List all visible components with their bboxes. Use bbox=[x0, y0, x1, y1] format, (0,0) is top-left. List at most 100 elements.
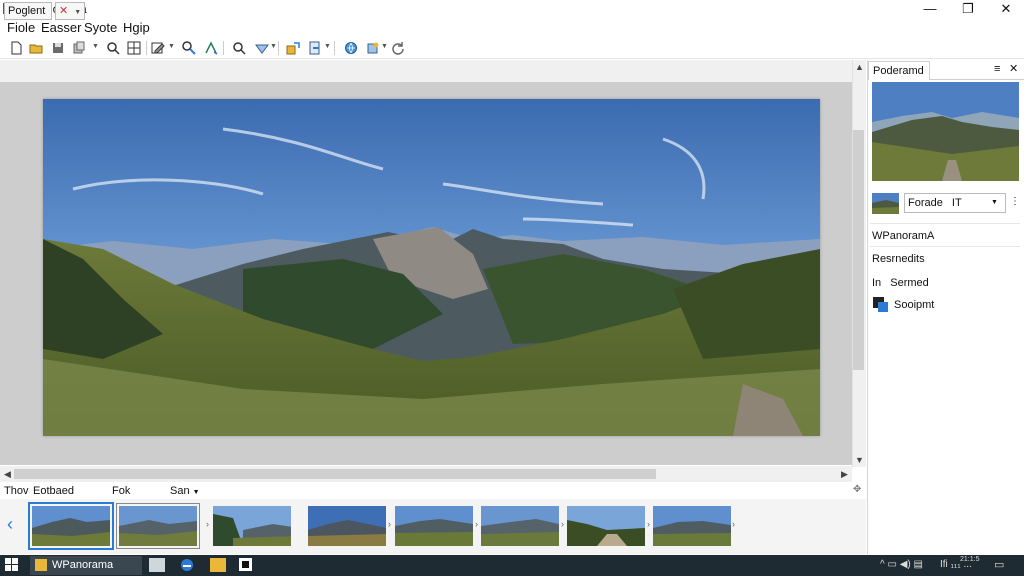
import-icon[interactable] bbox=[306, 39, 324, 57]
close-view-button[interactable]: ✕ ▼ bbox=[55, 2, 85, 20]
scroll-right-icon[interactable]: ▶ bbox=[841, 469, 848, 480]
menu-edit[interactable]: Easser bbox=[41, 20, 81, 35]
import-dropdown-icon[interactable]: ▼ bbox=[324, 43, 331, 50]
item-status: Sermed bbox=[890, 277, 929, 289]
layer-name: Forade bbox=[908, 197, 943, 209]
filmstrip-prev-icon[interactable]: ‹ bbox=[7, 514, 13, 535]
filmstrip-thumb-6[interactable] bbox=[481, 506, 559, 546]
find-icon[interactable] bbox=[104, 39, 122, 57]
pin-icon[interactable]: ✥ bbox=[853, 484, 861, 495]
maximize-button[interactable]: ❐ bbox=[950, 0, 986, 18]
settings-dropdown-icon[interactable]: ▼ bbox=[381, 43, 388, 50]
tray-icons[interactable]: ^ ▭ ◀) ▤ bbox=[880, 559, 923, 570]
edit-icon[interactable] bbox=[149, 39, 167, 57]
item-prefix: In bbox=[872, 277, 882, 289]
vertical-scroll-thumb[interactable] bbox=[853, 130, 864, 370]
menu-style[interactable]: Syote bbox=[84, 20, 117, 35]
title-bar bbox=[0, 0, 1024, 18]
panel-menu-icon[interactable]: ≡ bbox=[994, 63, 1000, 75]
copy-icon[interactable] bbox=[70, 39, 88, 57]
copy-dropdown-icon[interactable]: ▼ bbox=[92, 43, 99, 50]
panel-tab[interactable]: Poderamd bbox=[868, 61, 930, 80]
view-mode-select[interactable]: Poglent bbox=[4, 2, 52, 20]
menu-help[interactable]: Hgip bbox=[123, 20, 150, 35]
new-file-icon[interactable] bbox=[7, 39, 25, 57]
close-button[interactable]: ✕ bbox=[988, 0, 1024, 18]
filmstrip-col-sort[interactable]: San ▼ bbox=[170, 485, 200, 497]
edit-dropdown-icon[interactable]: ▼ bbox=[168, 43, 175, 50]
filmstrip-thumb-5[interactable] bbox=[395, 506, 473, 546]
toolbar-separator bbox=[223, 41, 224, 55]
menu-bar: Fiole Easser Syote Hgip bbox=[0, 19, 1024, 37]
thumb-arrow-icon: › bbox=[206, 519, 209, 529]
scroll-down-icon[interactable]: ▼ bbox=[855, 455, 864, 465]
notification-icon[interactable]: ▭ bbox=[994, 558, 1004, 571]
item-label: Resrnedits bbox=[872, 253, 925, 265]
sort-label: San bbox=[170, 485, 190, 497]
filmstrip-header: Thov Eotbaed Fok San ▼ ✥ bbox=[0, 483, 866, 499]
horizontal-scroll-thumb[interactable] bbox=[14, 469, 656, 479]
panorama-image[interactable] bbox=[43, 99, 820, 436]
export-icon[interactable] bbox=[284, 39, 302, 57]
filmstrip-thumb-4[interactable] bbox=[308, 506, 386, 546]
panel-header: ≡ ✕ bbox=[930, 60, 1024, 80]
filmstrip-thumb-3[interactable] bbox=[213, 506, 291, 546]
scroll-up-icon[interactable]: ▲ bbox=[855, 62, 864, 72]
search-icon[interactable] bbox=[230, 39, 248, 57]
item-source[interactable]: Sooipmt bbox=[894, 299, 934, 311]
clock-text[interactable]: 21:1:5 bbox=[960, 556, 979, 563]
close-dropdown-icon: ▼ bbox=[74, 9, 82, 16]
panel-divider bbox=[870, 223, 1020, 224]
filmstrip-col-view[interactable]: Thov bbox=[4, 485, 28, 497]
start-icon[interactable] bbox=[5, 558, 21, 572]
scroll-left-icon[interactable]: ◀ bbox=[4, 469, 11, 480]
filmstrip-col-folk[interactable]: Fok bbox=[112, 485, 130, 497]
panel-divider bbox=[870, 246, 1020, 247]
zoom-icon[interactable] bbox=[180, 39, 198, 57]
refresh-icon[interactable] bbox=[389, 39, 407, 57]
save-icon[interactable] bbox=[49, 39, 67, 57]
filmstrip-thumb-1[interactable] bbox=[28, 502, 114, 550]
taskbar-store-icon[interactable] bbox=[149, 558, 165, 572]
layer-dropdown-icon: ▼ bbox=[991, 199, 998, 206]
layer-value: IT bbox=[951, 197, 962, 209]
taskbar-app-label: WPanorama bbox=[52, 559, 114, 571]
layer-more-icon[interactable]: ⋮ bbox=[1010, 196, 1020, 207]
taskbar-edge-icon[interactable] bbox=[180, 558, 196, 572]
source-icon bbox=[873, 297, 888, 312]
filmstrip-thumb-2[interactable] bbox=[116, 503, 200, 549]
layer-select[interactable]: Forade IT ▼ bbox=[904, 193, 1006, 213]
panel-preview-image bbox=[872, 82, 1019, 181]
globe-icon[interactable] bbox=[342, 39, 360, 57]
shape-dropdown-icon[interactable]: ▼ bbox=[270, 43, 277, 50]
taskbar-app-button[interactable]: WPanorama bbox=[30, 556, 142, 575]
shape-icon[interactable] bbox=[253, 39, 271, 57]
settings-icon[interactable] bbox=[364, 39, 382, 57]
toolbar-separator bbox=[334, 41, 335, 55]
taskbar-app2-icon[interactable] bbox=[239, 558, 255, 572]
minimize-button[interactable]: — bbox=[912, 0, 948, 18]
sort-dropdown-icon: ▼ bbox=[192, 489, 200, 496]
grid-icon[interactable] bbox=[125, 39, 143, 57]
filmstrip-thumb-8[interactable] bbox=[653, 506, 731, 546]
layer-thumbnail[interactable] bbox=[872, 193, 899, 214]
thumb-arrow-icon: › bbox=[561, 519, 564, 529]
open-folder-icon[interactable] bbox=[27, 39, 45, 57]
toolbar-separator bbox=[146, 41, 147, 55]
taskbar-app-icon bbox=[35, 559, 47, 571]
toolbar-separator bbox=[278, 41, 279, 55]
text-icon[interactable] bbox=[202, 39, 220, 57]
app-window: WPanorama — ❐ ✕ Fiole Easser Syote Hgip … bbox=[0, 0, 1024, 576]
taskbar-explorer-icon[interactable] bbox=[210, 558, 226, 572]
panel-close-icon[interactable]: ✕ bbox=[1009, 62, 1018, 75]
thumb-arrow-icon: › bbox=[732, 519, 735, 529]
menu-file[interactable]: Fiole bbox=[7, 20, 35, 35]
close-view-label: ✕ bbox=[59, 5, 69, 17]
thumb-arrow-icon: › bbox=[475, 519, 478, 529]
filmstrip-thumb-7[interactable] bbox=[567, 506, 645, 546]
toolbar: ▼ ▼ ▼ ▼ ▼ bbox=[0, 37, 1024, 59]
item-status-row: In Sermed bbox=[872, 277, 929, 289]
filmstrip-col-bottom[interactable]: Eotbaed bbox=[33, 485, 74, 497]
thumb-arrow-icon: › bbox=[647, 519, 650, 529]
item-title: WPanoramA bbox=[872, 230, 935, 242]
